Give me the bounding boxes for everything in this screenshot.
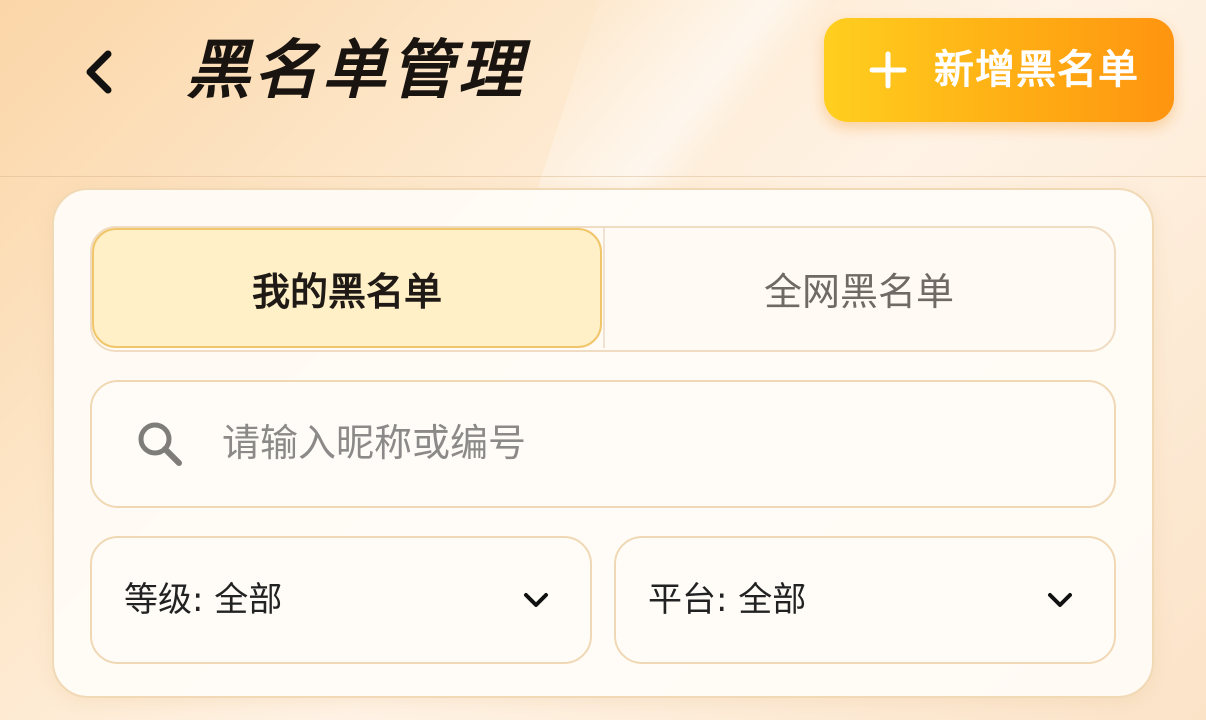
- page-title: 黑名单管理: [186, 34, 526, 108]
- tab-my-blacklist[interactable]: 我的黑名单: [92, 228, 602, 348]
- chevron-down-icon: [524, 593, 548, 607]
- plus-icon: [869, 51, 907, 89]
- back-button[interactable]: [70, 44, 126, 100]
- add-blacklist-label: 新增黑名单: [934, 47, 1139, 93]
- chevron-down-icon: [1048, 593, 1072, 607]
- search-icon: [138, 422, 182, 466]
- tab-global-blacklist[interactable]: 全网黑名单: [604, 228, 1114, 348]
- level-filter-dropdown[interactable]: 等级: 全部: [90, 536, 592, 664]
- platform-filter-dropdown[interactable]: 平台: 全部: [614, 536, 1116, 664]
- chevron-left-icon: [86, 50, 112, 94]
- header-divider: [0, 176, 1206, 177]
- platform-filter-label: 平台: 全部: [648, 580, 807, 620]
- add-blacklist-button[interactable]: 新增黑名单: [824, 18, 1174, 122]
- level-filter-label: 等级: 全部: [124, 580, 283, 620]
- search-input[interactable]: [222, 410, 1082, 476]
